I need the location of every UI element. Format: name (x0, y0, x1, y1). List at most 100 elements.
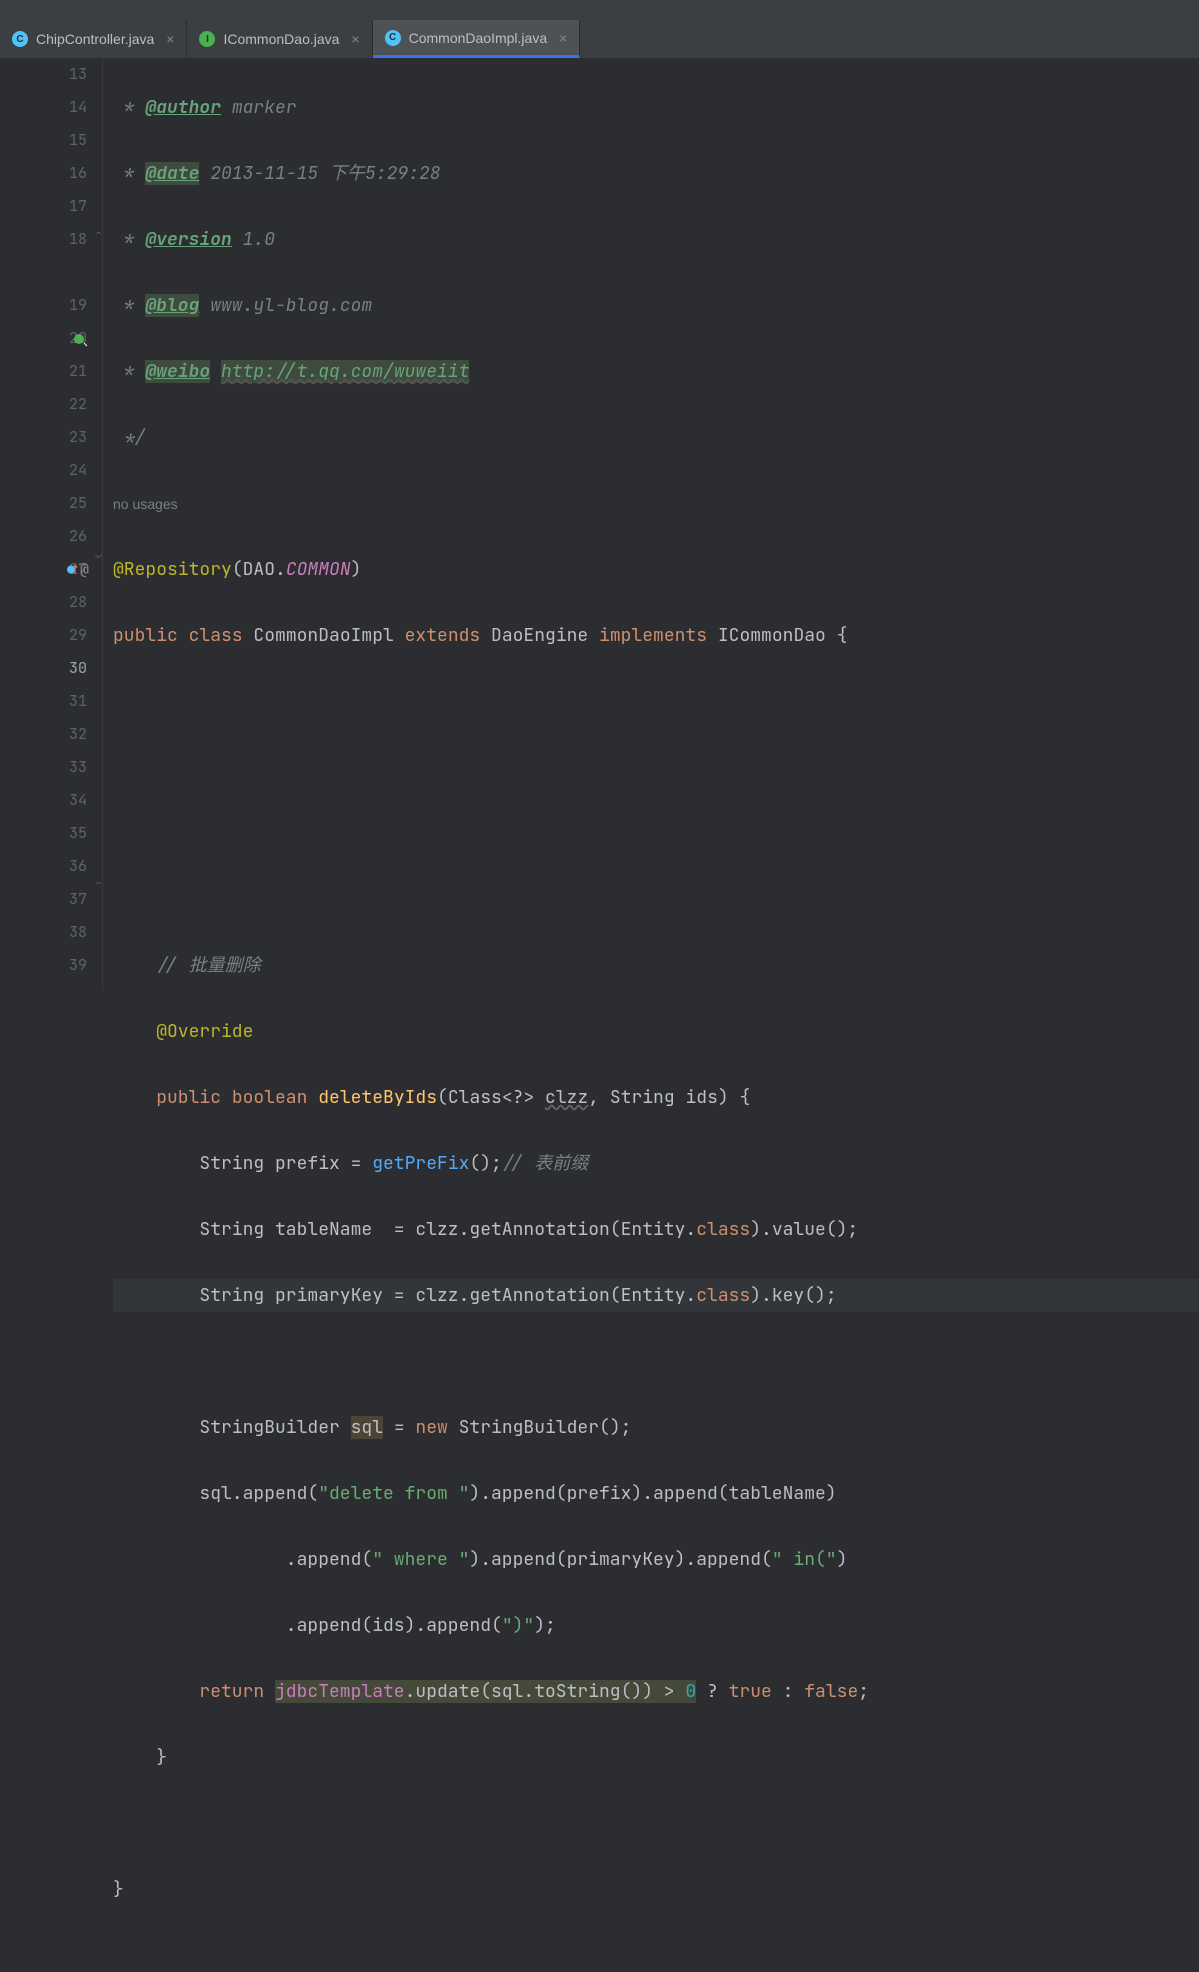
fold-start-icon[interactable]: ⌄ (92, 548, 105, 561)
keyword: true (729, 1680, 772, 1703)
fold-end-icon[interactable]: ⌃ (92, 878, 105, 891)
close-icon[interactable]: × (351, 31, 359, 47)
title-bar (0, 0, 1199, 20)
class-ref: DAO. (243, 558, 286, 581)
annotation: @Override (113, 1020, 253, 1043)
close-icon[interactable]: × (559, 30, 567, 46)
doc-url[interactable]: http://t.qq.com/wuweiit (221, 360, 469, 383)
doc-comment: * (113, 228, 145, 251)
tab-commondaoimpl[interactable]: C CommonDaoImpl.java × (373, 20, 581, 58)
code-text: ; (858, 1680, 869, 1703)
run-gutter-icon[interactable] (73, 331, 89, 347)
static-field: COMMON (286, 558, 351, 581)
code-text: = (383, 1416, 415, 1439)
field-ref: jdbcTemplate (275, 1680, 405, 1703)
doc-comment-end: */ (113, 426, 145, 449)
type: StringBuilder (113, 1416, 351, 1439)
class-ref: Entity (621, 1284, 686, 1307)
keyword: new (415, 1416, 458, 1439)
code-text: ).key(); (750, 1284, 836, 1307)
string-literal: " in(" (772, 1548, 837, 1571)
line-comment: // 表前缀 (502, 1152, 588, 1175)
doc-tag: @version (145, 228, 231, 251)
class-ref: Entity (621, 1218, 686, 1241)
code-text: primaryKey = clzz.getAnnotation( (275, 1284, 621, 1307)
keyword: class (696, 1218, 750, 1241)
string-literal: "delete from " (318, 1482, 469, 1505)
usages-hint[interactable]: no usages (113, 496, 178, 512)
method-name: deleteByIds (318, 1086, 437, 1109)
code-text: ).value(); (750, 1218, 858, 1241)
code-editor[interactable]: 13 14 15 16 17 18 19 20 21 22 23 24 25 2… (0, 58, 1199, 990)
doc-value: marker (221, 96, 297, 119)
superclass: DaoEngine (491, 624, 599, 647)
doc-value: www.yl-blog.com (199, 294, 372, 317)
keyword: extends (405, 624, 491, 647)
doc-comment: * (113, 294, 145, 317)
type: String (113, 1284, 275, 1307)
tab-label: CommonDaoImpl.java (409, 30, 548, 46)
string-literal: " where " (372, 1548, 469, 1571)
code-text: .append(ids).append( (113, 1614, 502, 1637)
keyword: class (696, 1284, 750, 1307)
class-name: CommonDaoImpl (253, 624, 404, 647)
tab-chipcontroller[interactable]: C ChipController.java × (0, 20, 187, 58)
doc-value: 2013-11-15 下午5:29:28 (199, 162, 440, 185)
java-class-icon: C (385, 30, 401, 46)
editor-tabs: C ChipController.java × I ICommonDao.jav… (0, 20, 1199, 58)
type: String (113, 1152, 275, 1175)
doc-tag: @weibo (145, 360, 210, 383)
doc-tag: @author (145, 96, 221, 119)
method-call: getPreFix (372, 1152, 469, 1175)
param-type: String (610, 1086, 686, 1109)
constructor-call: StringBuilder(); (459, 1416, 632, 1439)
doc-tag: @date (145, 162, 199, 185)
type: String (113, 1218, 275, 1241)
override-icon[interactable] (66, 564, 78, 576)
doc-value: 1.0 (232, 228, 275, 251)
param-name: ids (685, 1086, 717, 1109)
java-class-icon: C (12, 31, 28, 47)
param-type: Class<?> (448, 1086, 545, 1109)
at-icon: @ (80, 553, 89, 586)
doc-comment: * (113, 96, 145, 119)
string-literal: ")" (502, 1614, 534, 1637)
code-text: ).append(primaryKey).append( (469, 1548, 771, 1571)
number-literal: 0 (685, 1680, 696, 1703)
interface-ref: ICommonDao (718, 624, 837, 647)
tab-label: ChipController.java (36, 31, 154, 47)
param-name: clzz (545, 1086, 588, 1109)
code-text: .append( (113, 1548, 372, 1571)
line-comment: // 批量删除 (113, 954, 261, 977)
close-icon[interactable]: × (166, 31, 174, 47)
doc-tag: @blog (145, 294, 199, 317)
code-text: ).append(prefix).append(tableName) (469, 1482, 836, 1505)
line-gutter: 13 14 15 16 17 18 19 20 21 22 23 24 25 2… (0, 58, 95, 990)
keyword: return (113, 1680, 275, 1703)
code-text: ? (696, 1680, 728, 1703)
keyword: false (804, 1680, 858, 1703)
code-text: .update(sql.toString()) > (405, 1680, 686, 1703)
fold-end-icon[interactable]: ⌃ (92, 228, 105, 241)
fold-gutter: ⌃ ⌄ ⌃ (95, 58, 103, 990)
code-text: : (772, 1680, 804, 1703)
annotation: @Repository (113, 558, 232, 581)
java-interface-icon: I (199, 31, 215, 47)
variable: prefix = (275, 1152, 372, 1175)
doc-comment: * (113, 360, 145, 383)
keyword: boolean (232, 1086, 318, 1109)
tab-label: ICommonDao.java (223, 31, 339, 47)
keyword: public (113, 624, 189, 647)
doc-comment: * (113, 162, 145, 185)
keyword: public (113, 1086, 232, 1109)
code-text: sql.append( (113, 1482, 318, 1505)
variable: sql (351, 1416, 383, 1439)
tab-icommondao[interactable]: I ICommonDao.java × (187, 20, 372, 58)
keyword: class (189, 624, 254, 647)
code-text: ) (837, 1548, 848, 1571)
keyword: implements (599, 624, 718, 647)
brace: } (113, 1878, 124, 1901)
brace: } (113, 1746, 167, 1769)
code-content[interactable]: * @author marker * @date 2013-11-15 下午5:… (103, 58, 1199, 990)
code-text: ); (534, 1614, 556, 1637)
